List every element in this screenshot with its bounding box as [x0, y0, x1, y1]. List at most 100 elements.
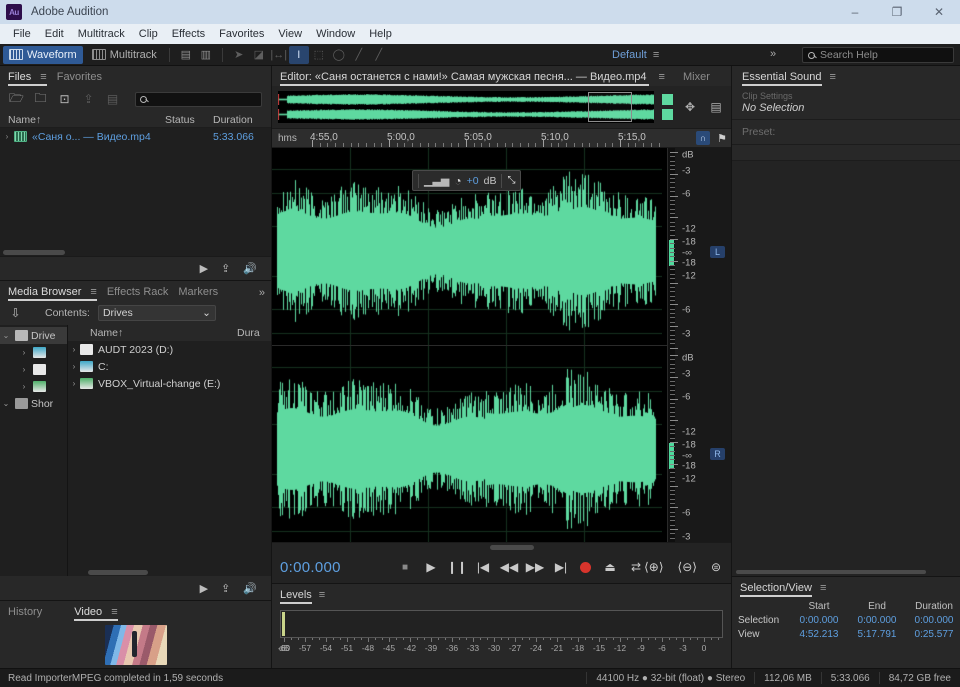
tree-item-disk[interactable]: › — [0, 344, 67, 361]
current-time-display[interactable]: 0:00.000 — [280, 559, 341, 576]
menu-favorites[interactable]: Favorites — [212, 26, 271, 42]
lasso-tool-icon[interactable]: ◯ — [329, 46, 349, 64]
video-preview-thumbnail[interactable] — [104, 625, 167, 665]
zoom-out-full-icon[interactable]: ⊜ — [711, 560, 721, 574]
files-col-name[interactable]: Name↑ — [0, 114, 165, 126]
media-browser-row[interactable]: › C: — [68, 358, 271, 375]
stop-button[interactable]: ■ — [398, 560, 412, 574]
media-browser-row[interactable]: › AUDT 2023 (D:) — [68, 341, 271, 358]
mb-autoplay-icon[interactable]: 🔊 — [243, 582, 257, 595]
menu-edit[interactable]: Edit — [38, 26, 71, 42]
amplitude-axis[interactable]: dB -3 -6 -12 -18 -∞ -18 -12 -6 -3 dB -3 -6 -12 -18 -∞ -… — [667, 148, 731, 552]
tab-editor[interactable]: Editor: «Саня останется с нами!» Самая м… — [280, 71, 651, 86]
tab-history[interactable]: History — [8, 606, 52, 621]
zoom-out-time-icon[interactable]: ⟨⊖⟩ — [678, 560, 697, 574]
expand-icon[interactable]: ⌄ — [0, 399, 12, 408]
media-browser-scrollbar[interactable] — [68, 569, 271, 576]
scroll-thumb[interactable] — [88, 570, 148, 575]
expand-icon[interactable]: › — [18, 365, 30, 374]
right-channel[interactable] — [272, 345, 667, 542]
video-panel-menu-icon[interactable]: ≡ — [111, 606, 117, 618]
tab-video[interactable]: Video ≡ — [74, 606, 127, 621]
menu-window[interactable]: Window — [309, 26, 362, 42]
workspace-menu-icon[interactable]: ≡ — [653, 49, 659, 61]
files-insert-icon[interactable]: ⇪ — [221, 262, 230, 275]
tree-item-vbox[interactable]: › — [0, 378, 67, 395]
files-panel-menu-icon[interactable]: ≡ — [40, 71, 46, 83]
right-panel-scrollbar[interactable] — [732, 568, 960, 576]
menu-file[interactable]: File — [6, 26, 38, 42]
essential-sound-title[interactable]: Essential Sound — [742, 71, 822, 86]
waveform-display[interactable]: ▁▃▅ ◔ +0 dB ⤡ dB -3 -6 -12 -18 -∞ -18 -1… — [272, 148, 731, 552]
open-file-icon[interactable]: 🗁 — [9, 91, 24, 106]
paintbrush-tool-icon[interactable]: ╱ — [349, 46, 369, 64]
selection-end-value[interactable]: 0:00.000 — [848, 615, 906, 626]
close-file-icon[interactable]: ▤ — [105, 92, 120, 106]
files-autoplay-icon[interactable]: 🔊 — [243, 262, 257, 275]
mb-play-icon[interactable]: ▶ — [200, 582, 208, 595]
expand-icon[interactable]: ⌄ — [0, 331, 12, 340]
rewind-button[interactable]: ◀◀ — [500, 560, 518, 574]
gain-bars-icon[interactable]: ▁▃▅ — [424, 174, 449, 187]
skip-selection-button[interactable]: ⇄ — [629, 560, 643, 574]
left-channel-badge[interactable]: L — [710, 246, 725, 258]
insert-into-multitrack-icon[interactable]: ⇪ — [81, 92, 96, 106]
skip-to-end-button[interactable]: ▶| — [554, 560, 568, 574]
move-tool-icon[interactable]: ➤ — [229, 46, 249, 64]
menu-effects[interactable]: Effects — [165, 26, 212, 42]
toolbar-overflow-icon[interactable]: » — [770, 48, 776, 60]
levels-menu-icon[interactable]: ≡ — [319, 589, 325, 601]
media-browser-menu-icon[interactable]: ≡ — [90, 286, 96, 298]
essential-sound-menu-icon[interactable]: ≡ — [830, 71, 836, 83]
menu-multitrack[interactable]: Multitrack — [71, 26, 132, 42]
overview-waveform[interactable] — [278, 91, 654, 123]
waveform-view-button[interactable]: Waveform — [3, 45, 83, 64]
expand-icon[interactable]: › — [18, 348, 30, 357]
tab-media-browser[interactable]: Media Browser ≡ — [8, 286, 107, 301]
loop-icon[interactable]: ∩ — [696, 131, 711, 145]
pin-icon[interactable]: ⤡ — [507, 175, 515, 186]
spectral-pitch-icon[interactable]: ▥ — [196, 46, 216, 64]
tab-effects-rack[interactable]: Effects Rack — [107, 286, 179, 301]
time-selection-tool-icon[interactable]: |↔| — [269, 46, 289, 64]
mb-col-duration[interactable]: Dura — [237, 327, 271, 339]
zoom-navigator-handle[interactable] — [588, 92, 632, 122]
levels-title[interactable]: Levels — [280, 589, 312, 604]
timeline-ruler[interactable]: hms 4:55,0 5:00,0 5:05,0 5:10,0 5:15,0 ∩… — [272, 128, 731, 148]
expand-icon[interactable]: › — [68, 345, 80, 354]
menu-view[interactable]: View — [271, 26, 309, 42]
marquee-tool-icon[interactable]: ⬚ — [309, 46, 329, 64]
new-file-icon[interactable]: ⊡ — [57, 92, 72, 106]
expand-icon[interactable]: › — [0, 132, 14, 141]
files-horizontal-scrollbar[interactable] — [0, 249, 271, 256]
tab-favorites[interactable]: Favorites — [57, 71, 112, 86]
loop-playback-button[interactable]: ⏏ — [603, 560, 617, 574]
scroll-thumb[interactable] — [3, 250, 65, 255]
media-browser-row[interactable]: › VBOX_Virtual-change (E:) — [68, 375, 271, 392]
record-button[interactable] — [580, 561, 591, 573]
selection-view-title[interactable]: Selection/View — [740, 582, 812, 597]
view-duration-value[interactable]: 0:25.577 — [906, 629, 960, 640]
workspace-selector[interactable]: Default ≡ — [612, 44, 659, 66]
selection-duration-value[interactable]: 0:00.000 — [906, 615, 960, 626]
scroll-thumb[interactable] — [736, 570, 926, 574]
pause-button[interactable]: ❙❙ — [447, 560, 467, 574]
tab-files[interactable]: Files ≡ — [8, 71, 57, 86]
razor-tool-icon[interactable]: I — [288, 45, 309, 64]
selection-view-menu-icon[interactable]: ≡ — [820, 582, 826, 594]
contents-select[interactable]: Drives ⌄ — [97, 305, 216, 321]
waveform-horizontal-scrollbar[interactable] — [272, 542, 731, 551]
clip-gain-overlay[interactable]: ▁▃▅ ◔ +0 dB ⤡ — [412, 170, 522, 191]
expand-icon[interactable]: › — [18, 382, 30, 391]
right-channel-badge[interactable]: R — [710, 448, 725, 460]
media-browser-overflow-icon[interactable]: » — [259, 287, 265, 299]
file-list-item[interactable]: › «Саня о... — Видео.mp4 5:33.066 — [0, 128, 271, 145]
files-search-input[interactable] — [135, 91, 262, 107]
zoom-navigator[interactable]: ✥ ▤ — [272, 86, 731, 128]
slip-tool-icon[interactable]: ◪ — [249, 46, 269, 64]
play-button[interactable]: ▶ — [424, 560, 438, 574]
zoom-in-time-icon[interactable]: ⟨⊕⟩ — [644, 560, 663, 574]
marker-icon[interactable]: ⚑ — [717, 132, 727, 145]
search-help-input[interactable]: Search Help — [802, 47, 954, 63]
multitrack-view-button[interactable]: Multitrack — [86, 46, 163, 64]
